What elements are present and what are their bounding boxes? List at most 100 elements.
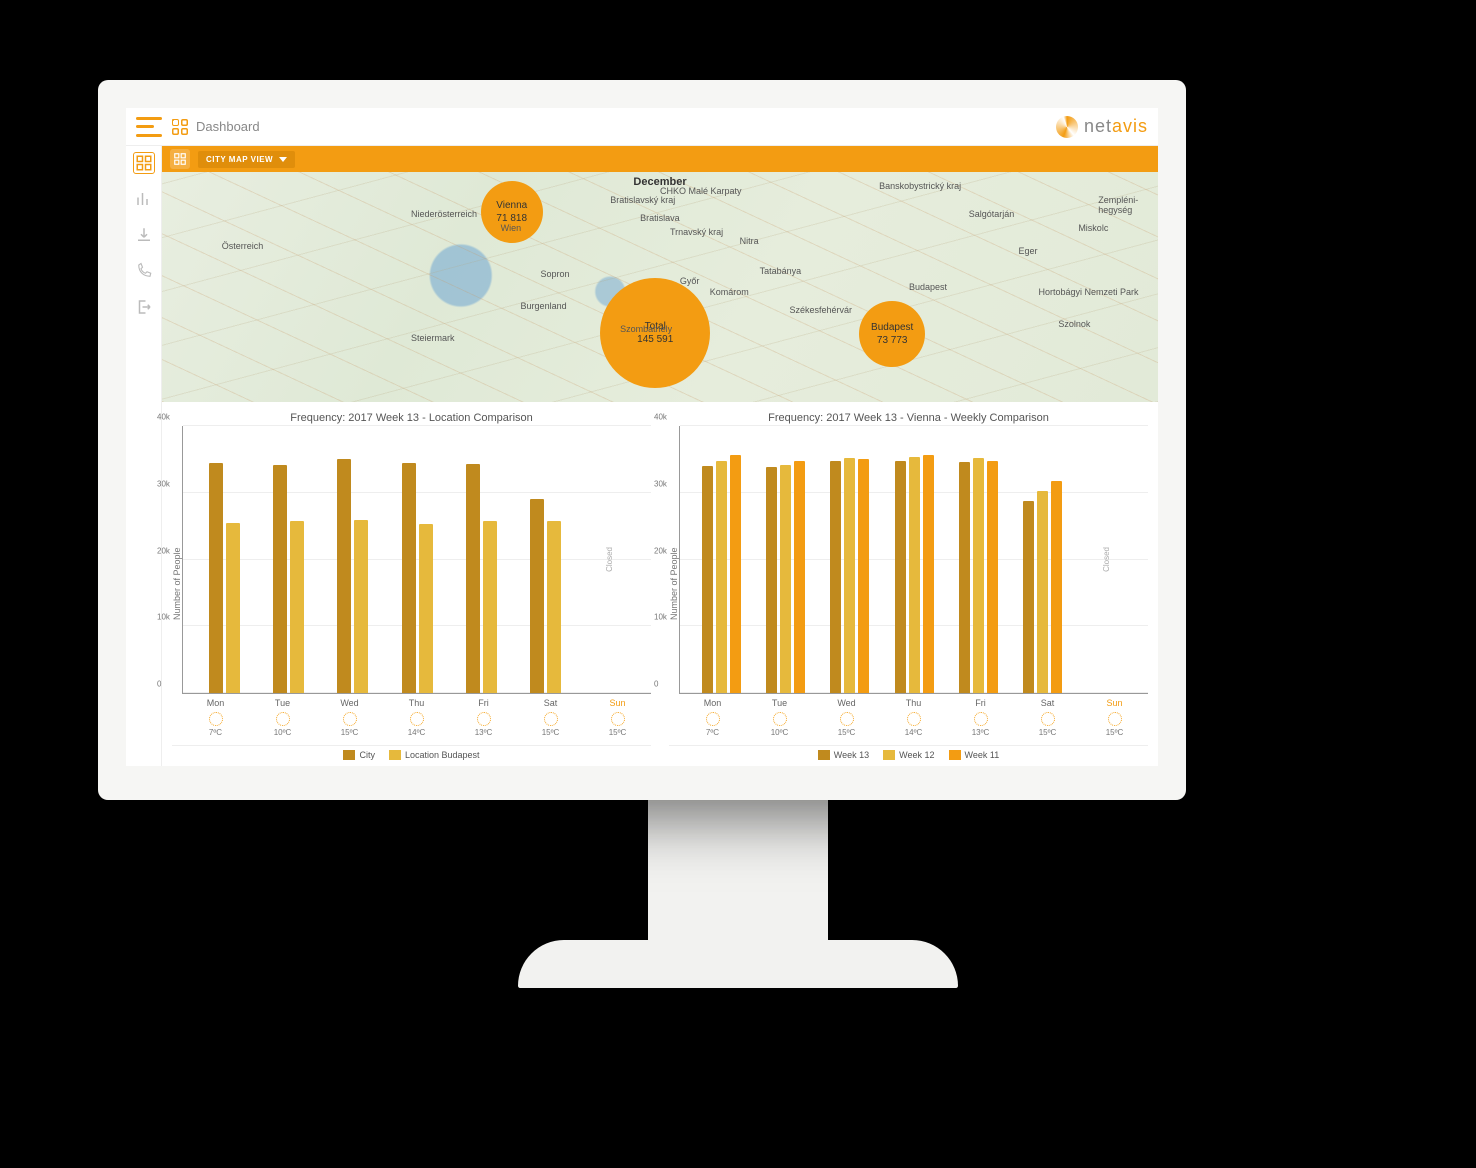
bar[interactable] — [794, 461, 805, 693]
map-city-label: Wien — [501, 223, 522, 233]
view-toolbar: CITY MAP VIEW — [162, 146, 1158, 172]
sidebar-item-logout[interactable] — [133, 296, 155, 318]
city-map[interactable]: December Vienna 71 818 Total 145 591 Bud… — [162, 172, 1158, 402]
bar-group — [882, 426, 946, 693]
map-city-label: Miskolc — [1078, 223, 1108, 233]
sun-icon — [1108, 712, 1122, 726]
weather-temp: 7ºC — [209, 728, 222, 737]
bar[interactable] — [959, 462, 970, 693]
menu-icon[interactable] — [136, 117, 162, 137]
bar[interactable] — [419, 524, 433, 693]
legend-item[interactable]: Week 13 — [818, 750, 869, 760]
logout-icon — [135, 298, 153, 316]
bar[interactable] — [1037, 491, 1048, 693]
weather-temp: 15ºC — [838, 728, 856, 737]
map-city-label: Hortobágyi Nemzeti Park — [1038, 287, 1138, 297]
chart-title: Frequency: 2017 Week 13 - Vienna - Weekl… — [663, 406, 1154, 426]
map-city-label: Niederösterreich — [411, 209, 477, 219]
weather-temp: 10ºC — [771, 728, 789, 737]
map-city-label: Burgenland — [521, 301, 567, 311]
bar[interactable] — [337, 459, 351, 693]
bar-group — [257, 426, 321, 693]
sidebar-item-download[interactable] — [133, 224, 155, 246]
bar-group — [449, 426, 513, 693]
monitor-frame: Dashboard netavis — [98, 80, 1186, 800]
bar[interactable] — [844, 458, 855, 693]
bar[interactable] — [730, 455, 741, 693]
map-bubble-vienna[interactable]: Vienna 71 818 — [481, 181, 543, 243]
x-tick: Fri — [450, 694, 517, 708]
bar-group — [818, 426, 882, 693]
y-tick: 30k — [157, 479, 170, 488]
bar[interactable] — [402, 463, 416, 693]
bar-group: Closed — [1074, 426, 1138, 693]
x-tick: Wed — [316, 694, 383, 708]
bar[interactable] — [354, 520, 368, 693]
x-tick: Sun — [584, 694, 651, 708]
chart-plot-area: 010k20k30k40kClosed — [182, 426, 651, 694]
view-selector-dropdown[interactable]: CITY MAP VIEW — [198, 151, 295, 168]
bar[interactable] — [1023, 501, 1034, 693]
bar[interactable] — [290, 521, 304, 693]
sidebar-item-analytics[interactable] — [133, 188, 155, 210]
bar[interactable] — [895, 461, 906, 693]
sun-icon — [1041, 712, 1055, 726]
weather-cell: 14ºC — [383, 708, 450, 741]
bar[interactable] — [702, 466, 713, 693]
bar[interactable] — [830, 461, 841, 693]
bubble-value: 73 773 — [877, 334, 908, 347]
bubble-value: 145 591 — [637, 333, 673, 346]
legend-label: City — [359, 750, 375, 760]
weather-cell: 15ºC — [316, 708, 383, 741]
map-city-label: Nitra — [740, 236, 759, 246]
legend-item[interactable]: City — [343, 750, 375, 760]
bar[interactable] — [483, 521, 497, 693]
weather-cell: 10ºC — [746, 708, 813, 741]
sidebar-item-dashboard[interactable] — [133, 152, 155, 174]
weather-temp: 15ºC — [1039, 728, 1057, 737]
x-tick: Sun — [1081, 694, 1148, 708]
bar[interactable] — [923, 455, 934, 693]
download-icon — [135, 226, 153, 244]
map-city-label: Salgótarján — [969, 209, 1015, 219]
chart-plot-area: 010k20k30k40kClosed — [679, 426, 1148, 694]
bar[interactable] — [973, 458, 984, 693]
legend-swatch — [949, 750, 961, 760]
sun-icon — [706, 712, 720, 726]
bar[interactable] — [858, 459, 869, 693]
weather-temp: 15ºC — [542, 728, 560, 737]
bar[interactable] — [1051, 481, 1062, 693]
bar[interactable] — [547, 521, 561, 693]
weather-temp: 13ºC — [475, 728, 493, 737]
bar[interactable] — [226, 523, 240, 693]
y-tick: 40k — [654, 413, 667, 422]
map-city-label: Zempléni-hegység — [1098, 195, 1158, 215]
legend-item[interactable]: Week 11 — [949, 750, 1000, 760]
view-selector-label: CITY MAP VIEW — [206, 155, 273, 164]
brand-prefix: net — [1084, 116, 1112, 136]
y-tick: 10k — [654, 613, 667, 622]
bar[interactable] — [273, 465, 287, 693]
bar[interactable] — [530, 499, 544, 693]
layout-icon[interactable] — [170, 149, 190, 169]
monitor-stand-base — [518, 940, 958, 988]
map-bubble-budapest[interactable]: Budapest 73 773 — [859, 301, 925, 367]
bar[interactable] — [766, 467, 777, 693]
bar[interactable] — [780, 465, 791, 693]
weather-temp: 15ºC — [341, 728, 359, 737]
chart-legend: City Location Budapest — [172, 745, 651, 766]
brand-suffix: avis — [1112, 116, 1148, 136]
x-tick: Thu — [880, 694, 947, 708]
bar-group — [946, 426, 1010, 693]
y-tick: 20k — [157, 546, 170, 555]
legend-item[interactable]: Week 12 — [883, 750, 934, 760]
legend-item[interactable]: Location Budapest — [389, 750, 480, 760]
bar[interactable] — [987, 461, 998, 693]
bar[interactable] — [466, 464, 480, 693]
bar[interactable] — [716, 461, 727, 693]
y-tick: 0 — [157, 680, 161, 689]
sidebar-item-contact[interactable] — [133, 260, 155, 282]
bar[interactable] — [909, 457, 920, 693]
sun-icon — [209, 712, 223, 726]
bar[interactable] — [209, 463, 223, 693]
